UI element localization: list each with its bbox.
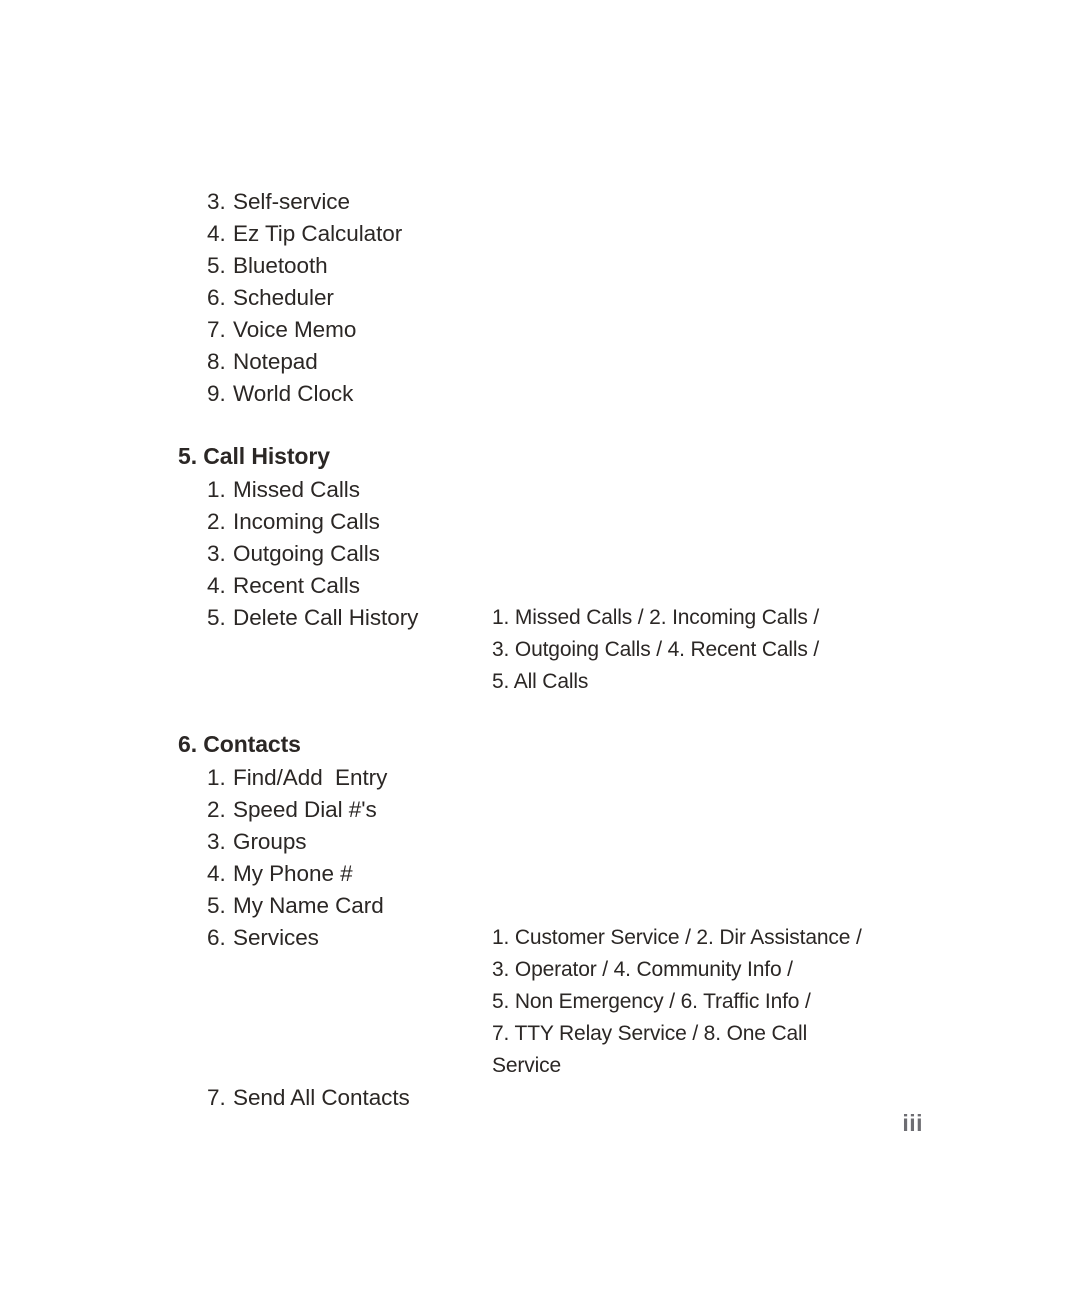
toc-entry: 1. Find/Add Entry (178, 762, 968, 794)
toc-item-label: Incoming Calls (233, 509, 380, 534)
toc-item-number: 7. (207, 317, 226, 342)
toc-item-label: Ez Tip Calculator (233, 221, 403, 246)
toc-entry: 2. Incoming Calls (178, 506, 968, 538)
toc-entry: 4. Ez Tip Calculator (178, 218, 968, 250)
toc-item-number: 9. (207, 381, 226, 406)
toc-item-label: Outgoing Calls (233, 541, 380, 566)
toc-item-label: My Phone # (233, 861, 353, 886)
table-of-contents: 3. Self-service 4. Ez Tip Calculator 5. Bluet… (178, 186, 968, 1114)
toc-item-label: Notepad (233, 349, 318, 374)
toc-entry: 8. Notepad (178, 346, 968, 378)
toc-item-number: 1. (207, 765, 226, 790)
toc-item-label: Delete Call History (233, 605, 419, 630)
toc-item[interactable]: 4. Ez Tip Calculator (178, 218, 968, 250)
toc-item-label: Groups (233, 829, 307, 854)
toc-item[interactable]: 5. Bluetooth (178, 250, 968, 282)
toc-item-number: 4. (207, 573, 226, 598)
toc-item[interactable]: 9. World Clock (178, 378, 968, 410)
toc-item-label: Self-service (233, 189, 350, 214)
toc-item-number: 3. (207, 189, 226, 214)
toc-item[interactable]: 4. Recent Calls (178, 570, 968, 602)
toc-entry: 1. Missed Calls (178, 474, 968, 506)
toc-item-number: 6. (207, 285, 226, 310)
document-page: 3. Self-service 4. Ez Tip Calculator 5. Bluet… (0, 0, 1080, 1296)
toc-item[interactable]: 8. Notepad (178, 346, 968, 378)
toc-item-number: 3. (207, 541, 226, 566)
toc-item[interactable]: 3. Groups (178, 826, 968, 858)
section-heading[interactable]: 6. Contacts (178, 728, 968, 760)
toc-item-detail: 1. Missed Calls / 2. Incoming Calls / 3.… (492, 606, 820, 693)
toc-entry: 4. My Phone # (178, 858, 968, 890)
toc-item[interactable]: 7. Voice Memo (178, 314, 968, 346)
toc-item-label: Services (233, 925, 319, 950)
toc-item-number: 2. (207, 509, 226, 534)
toc-item[interactable]: 2. Speed Dial #'s (178, 794, 968, 826)
toc-item-label: Voice Memo (233, 317, 357, 342)
toc-item-label: Speed Dial #'s (233, 797, 377, 822)
toc-item[interactable]: 3. Outgoing Calls (178, 538, 968, 570)
toc-item[interactable]: 2. Incoming Calls (178, 506, 968, 538)
toc-entry: 5. Delete Call History 1. Missed Calls / 2… (178, 602, 968, 698)
toc-section-continued-list: 3. Self-service 4. Ez Tip Calculator 5. Bluet… (178, 186, 968, 410)
toc-item-label: World Clock (233, 381, 354, 406)
toc-entry: 2. Speed Dial #'s (178, 794, 968, 826)
toc-item[interactable]: 5. My Name Card (178, 890, 968, 922)
toc-item-number: 4. (207, 221, 226, 246)
toc-item-number: 2. (207, 797, 226, 822)
toc-item-number: 5. (207, 253, 226, 278)
toc-item[interactable]: 4. My Phone # (178, 858, 968, 890)
toc-entry: 3. Groups (178, 826, 968, 858)
toc-entry: 9. World Clock (178, 378, 968, 410)
page-number: iii (902, 1110, 923, 1136)
toc-entry: 5. Bluetooth (178, 250, 968, 282)
toc-item-label: Missed Calls (233, 477, 360, 502)
section-heading[interactable]: 5. Call History (178, 440, 968, 472)
toc-item-label: Find/Add Entry (233, 765, 388, 790)
toc-entry: 4. Recent Calls (178, 570, 968, 602)
toc-item-label: Bluetooth (233, 253, 328, 278)
toc-item-detail: 1. Customer Service / 2. Dir Assistance … (492, 926, 862, 1077)
toc-item[interactable]: 3. Self-service (178, 186, 968, 218)
toc-item-label: Send All Contacts (233, 1085, 410, 1110)
toc-entry: 5. My Name Card (178, 890, 968, 922)
toc-item-label: Recent Calls (233, 573, 360, 598)
toc-item-label: My Name Card (233, 893, 384, 918)
toc-item-number: 6. (207, 925, 226, 950)
toc-entry: 7. Voice Memo (178, 314, 968, 346)
toc-item[interactable]: 1. Missed Calls (178, 474, 968, 506)
toc-item[interactable]: 6. Scheduler (178, 282, 968, 314)
toc-section-contacts: 6. Contacts 1. Find/Add Entry 2. Speed Dial … (178, 728, 968, 1114)
toc-item-number: 5. (207, 605, 226, 630)
toc-item-number: 1. (207, 477, 226, 502)
toc-entry: 6. Services 1. Customer Service / 2. Dir A… (178, 922, 968, 1082)
toc-section-call-history: 5. Call History 1. Missed Calls 2. Incoming … (178, 440, 968, 698)
toc-item[interactable]: 1. Find/Add Entry (178, 762, 968, 794)
toc-item-number: 4. (207, 861, 226, 886)
toc-item-number: 5. (207, 893, 226, 918)
toc-item-number: 8. (207, 349, 226, 374)
toc-entry: 3. Outgoing Calls (178, 538, 968, 570)
toc-item-label: Scheduler (233, 285, 334, 310)
toc-item-number: 3. (207, 829, 226, 854)
toc-entry: 3. Self-service (178, 186, 968, 218)
toc-entry: 6. Scheduler (178, 282, 968, 314)
